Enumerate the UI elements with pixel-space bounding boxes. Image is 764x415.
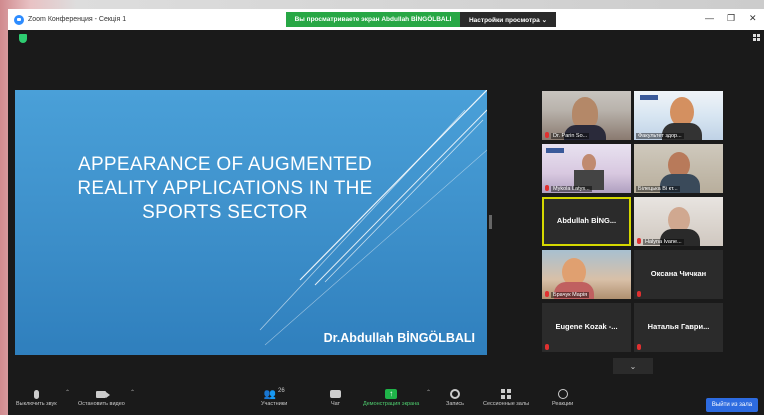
chat-label: Чат xyxy=(330,401,341,407)
participant-tile[interactable]: Наталья Гаври... xyxy=(634,303,723,352)
muted-mic-icon xyxy=(545,344,549,350)
muted-mic-icon xyxy=(637,238,641,244)
participant-tile[interactable]: Mykola Latys... xyxy=(542,144,631,193)
leave-meeting-button[interactable]: Выйти из зала xyxy=(706,398,758,412)
participant-name: Eugene Kozak -... xyxy=(555,322,618,331)
banner-logo xyxy=(546,148,564,153)
muted-mic-icon xyxy=(545,185,549,191)
slide-title-line: SPORTS SECTOR xyxy=(142,202,308,223)
stop-video-label: Остановить видео xyxy=(78,401,125,407)
participant-name: Dr. Parin So... xyxy=(551,133,590,139)
reactions-label: Реакции xyxy=(552,401,574,407)
participant-tile-active-speaker[interactable]: Abdullah BİNG... xyxy=(542,197,631,246)
close-button[interactable]: ✕ xyxy=(749,13,757,24)
participant-name: Факультет здор... xyxy=(636,133,684,139)
share-screen-button[interactable]: ↑ Демонстрация экрана xyxy=(363,387,419,407)
chat-icon xyxy=(330,390,341,398)
title-bar: Zoom Конференция - Секція 1 Вы просматри… xyxy=(8,9,764,30)
participant-tile[interactable]: Dr. Parin So... xyxy=(542,91,631,140)
participants-button[interactable]: 👥 26 Участники xyxy=(261,387,287,407)
maximize-button[interactable]: ❐ xyxy=(727,13,735,24)
minimize-button[interactable]: — xyxy=(705,13,714,23)
participant-name: Abdullah BİNG... xyxy=(556,216,617,225)
slide-title-line: REALITY APPLICATIONS IN THE xyxy=(77,178,373,199)
share-screen-icon: ↑ xyxy=(385,389,398,399)
participant-tile[interactable]: Білецька Ві кт... xyxy=(634,144,723,193)
stop-video-button[interactable]: Остановить видео xyxy=(78,387,125,407)
participant-name: Наталья Гаври... xyxy=(647,322,710,331)
participant-tile[interactable]: Оксана Чичкан xyxy=(634,250,723,299)
view-options-button[interactable]: Настройки просмотра ⌄ xyxy=(460,12,556,27)
microphone-icon xyxy=(33,389,39,399)
breakout-rooms-label: Сессионные залы xyxy=(483,401,530,407)
participant-name: Білецька Ві кт... xyxy=(636,186,680,192)
muted-mic-icon xyxy=(637,291,641,297)
participant-name: Mykola Latys... xyxy=(551,186,592,192)
record-button[interactable]: Запись xyxy=(446,387,464,407)
share-screen-label: Демонстрация экрана xyxy=(363,401,420,407)
participants-label: Участники xyxy=(261,401,288,407)
muted-mic-icon xyxy=(637,344,641,350)
banner-logo xyxy=(640,95,658,100)
mute-label: Выключить звук xyxy=(16,401,57,407)
security-shield-icon[interactable] xyxy=(19,34,27,43)
muted-mic-icon xyxy=(545,291,549,297)
participant-tile[interactable]: Halyna Ivane... xyxy=(634,197,723,246)
record-label: Запись xyxy=(446,401,465,407)
share-options-caret-icon[interactable]: ⌃ xyxy=(426,389,431,396)
shared-screen-slide: APPEARANCE OF AUGMENTED REALITY APPLICAT… xyxy=(15,90,487,355)
participant-tile[interactable]: Брачук Марія xyxy=(542,250,631,299)
reactions-icon xyxy=(557,389,568,399)
participant-name: Halyna Ivane... xyxy=(643,239,684,245)
chat-button[interactable]: Чат xyxy=(330,387,341,407)
participant-name: Брачук Марія xyxy=(551,292,590,298)
screen-share-banner: Вы просматриваете экран Abdullah BİNGÖLB… xyxy=(286,12,460,27)
participant-tile[interactable]: Факультет здор... xyxy=(634,91,723,140)
reactions-button[interactable]: Реакции xyxy=(552,387,573,407)
slide-title-line: APPEARANCE OF AUGMENTED xyxy=(77,154,373,175)
participant-name: Оксана Чичкан xyxy=(650,269,707,278)
split-resize-handle[interactable] xyxy=(489,215,492,229)
meeting-toolbar: Выключить звук ⌃ Остановить видео ⌃ 👥 26… xyxy=(8,383,764,415)
video-options-caret-icon[interactable]: ⌃ xyxy=(130,389,135,396)
slide-title: APPEARANCE OF AUGMENTED REALITY APPLICAT… xyxy=(45,153,405,225)
record-icon xyxy=(450,389,461,399)
slide-author: Dr.Abdullah BİNGÖLBALI xyxy=(323,331,475,345)
window-title: Zoom Конференция - Секція 1 xyxy=(28,16,127,23)
breakout-rooms-button[interactable]: Сессионные залы xyxy=(483,387,529,407)
zoom-window: Zoom Конференция - Секція 1 Вы просматри… xyxy=(8,9,764,415)
participants-icon: 👥 xyxy=(263,388,277,400)
participant-tile[interactable]: Eugene Kozak -... xyxy=(542,303,631,352)
grid-icon xyxy=(753,34,760,41)
gallery-next-page-button[interactable]: ⌄ xyxy=(613,358,653,374)
mute-button[interactable]: Выключить звук xyxy=(16,387,57,407)
breakout-rooms-icon xyxy=(501,389,512,399)
zoom-icon xyxy=(14,14,24,25)
audio-options-caret-icon[interactable]: ⌃ xyxy=(65,389,70,396)
participants-count: 26 xyxy=(278,388,285,394)
chevron-down-icon: ⌄ xyxy=(629,361,637,371)
muted-mic-icon xyxy=(545,132,549,138)
video-camera-icon xyxy=(96,390,111,398)
gallery-view-toggle[interactable] xyxy=(753,34,760,41)
